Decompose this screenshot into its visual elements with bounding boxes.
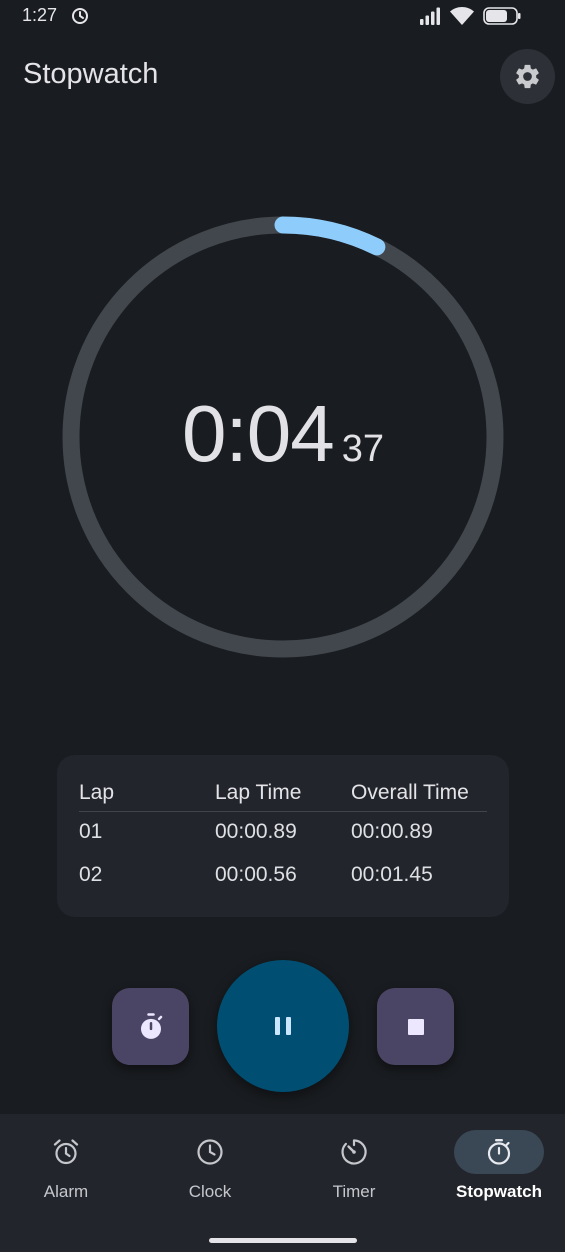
clock-icon — [197, 1139, 223, 1165]
nav-item-alarm[interactable]: Alarm — [11, 1130, 121, 1220]
lap-row: 01 00:00.89 00:00.89 — [79, 820, 487, 850]
laps-header-lap: Lap — [79, 781, 115, 804]
laps-header-overall-time: Overall Time — [351, 781, 469, 804]
lap-row: 02 00:00.56 00:01.45 — [79, 863, 487, 893]
nav-item-stopwatch[interactable]: Stopwatch — [444, 1130, 554, 1220]
elapsed-time-main: 0:04 — [182, 389, 335, 478]
stopwatch-dial: 0:04 37 — [62, 216, 504, 658]
dial-progress — [274, 216, 386, 256]
page-title: Stopwatch — [23, 58, 159, 90]
status-bar: 1:27 — [0, 0, 565, 34]
laps-card: Lap Lap Time Overall Time 01 00:00.89 00… — [57, 755, 509, 917]
nav-label: Alarm — [43, 1182, 89, 1201]
lap-number: 01 — [79, 820, 103, 843]
stopwatch-icon — [487, 1139, 511, 1165]
alarm-icon — [53, 1139, 79, 1165]
laps-header-lap-time: Lap Time — [215, 781, 302, 804]
timer-icon — [341, 1139, 367, 1165]
lap-button[interactable] — [112, 988, 189, 1065]
gear-icon — [516, 64, 539, 89]
pause-icon — [275, 1017, 291, 1035]
lap-time: 00:00.89 — [215, 820, 297, 843]
alarm-clock-icon — [71, 7, 89, 25]
bottom-navigation: Alarm Clock Timer Stopwatch — [0, 1114, 565, 1252]
elapsed-time: 0:04 37 — [62, 388, 504, 480]
lap-time: 00:00.56 — [215, 863, 297, 886]
stopwatch-icon — [140, 1012, 162, 1039]
nav-label: Stopwatch — [456, 1182, 542, 1201]
battery-icon — [483, 7, 521, 25]
pause-button[interactable] — [217, 960, 349, 1092]
wifi-icon — [450, 7, 474, 25]
nav-item-clock[interactable]: Clock — [155, 1130, 265, 1220]
laps-header: Lap Lap Time Overall Time — [79, 781, 487, 812]
nav-label: Timer — [332, 1182, 376, 1201]
signal-icon — [420, 7, 440, 25]
lap-number: 02 — [79, 863, 103, 886]
overall-time: 00:00.89 — [351, 820, 433, 843]
nav-item-timer[interactable]: Timer — [299, 1130, 409, 1220]
status-time: 1:27 — [22, 5, 58, 25]
stop-button[interactable] — [377, 988, 454, 1065]
stop-icon — [407, 1018, 424, 1035]
elapsed-time-hundredths: 37 — [341, 428, 384, 470]
home-indicator[interactable] — [209, 1238, 357, 1243]
settings-button[interactable] — [500, 49, 555, 104]
overall-time: 00:01.45 — [351, 863, 433, 886]
nav-label: Clock — [188, 1182, 232, 1201]
